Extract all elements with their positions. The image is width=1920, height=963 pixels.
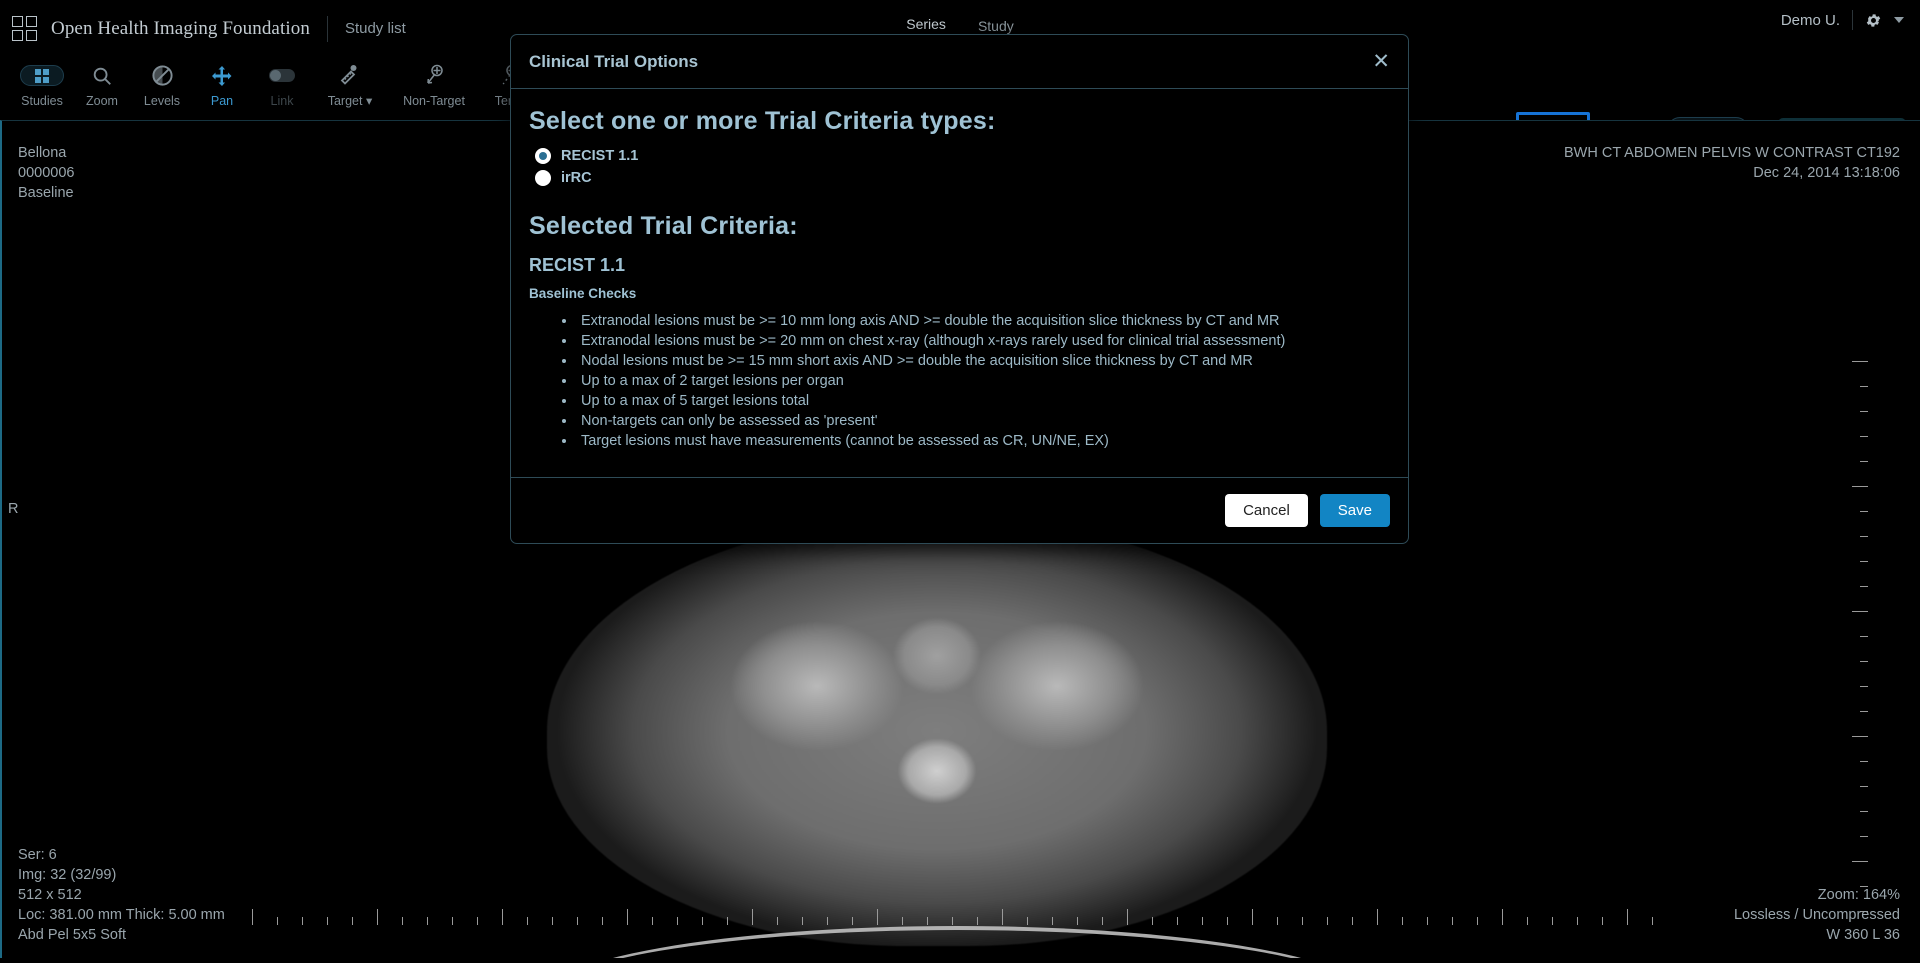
radio-irrc-label: irRC — [561, 170, 592, 186]
radio-recist-icon[interactable] — [535, 148, 551, 164]
criteria-list: Extranodal lesions must be >= 10 mm long… — [577, 311, 1390, 451]
list-item: Extranodal lesions must be >= 10 mm long… — [577, 311, 1390, 331]
list-item: Up to a max of 2 target lesions per orga… — [577, 371, 1390, 391]
criteria-name: RECIST 1.1 — [529, 255, 626, 275]
radio-option-irrc[interactable]: irRC — [535, 170, 1390, 186]
criteria-section-title: Baseline Checks — [529, 286, 637, 301]
list-item: Target lesions must have measurements (c… — [577, 431, 1390, 451]
list-item: Extranodal lesions must be >= 20 mm on c… — [577, 331, 1390, 351]
ohif-viewer-app: Open Health Imaging Foundation Study lis… — [0, 0, 1920, 963]
list-item: Nodal lesions must be >= 15 mm short axi… — [577, 351, 1390, 371]
modal-header: Clinical Trial Options ✕ — [511, 35, 1408, 89]
close-icon[interactable]: ✕ — [1372, 51, 1390, 72]
radio-irrc-icon[interactable] — [535, 170, 551, 186]
select-criteria-heading: Select one or more Trial Criteria types: — [529, 107, 996, 135]
modal-title: Clinical Trial Options — [529, 51, 699, 71]
radio-option-recist[interactable]: RECIST 1.1 — [535, 148, 1390, 164]
list-item: Non-targets can only be assessed as 'pre… — [577, 411, 1390, 431]
clinical-trial-options-dialog: Clinical Trial Options ✕ Select one or m… — [510, 34, 1409, 544]
cancel-button[interactable]: Cancel — [1225, 494, 1308, 527]
modal-backdrop: Clinical Trial Options ✕ Select one or m… — [0, 0, 1920, 963]
selected-criteria-heading: Selected Trial Criteria: — [529, 212, 798, 240]
modal-footer: Cancel Save — [511, 477, 1408, 543]
modal-body: Select one or more Trial Criteria types:… — [511, 89, 1408, 477]
save-button[interactable]: Save — [1319, 494, 1390, 527]
radio-recist-label: RECIST 1.1 — [561, 148, 639, 164]
list-item: Up to a max of 5 target lesions total — [577, 391, 1390, 411]
bottom-strip — [0, 958, 1920, 963]
